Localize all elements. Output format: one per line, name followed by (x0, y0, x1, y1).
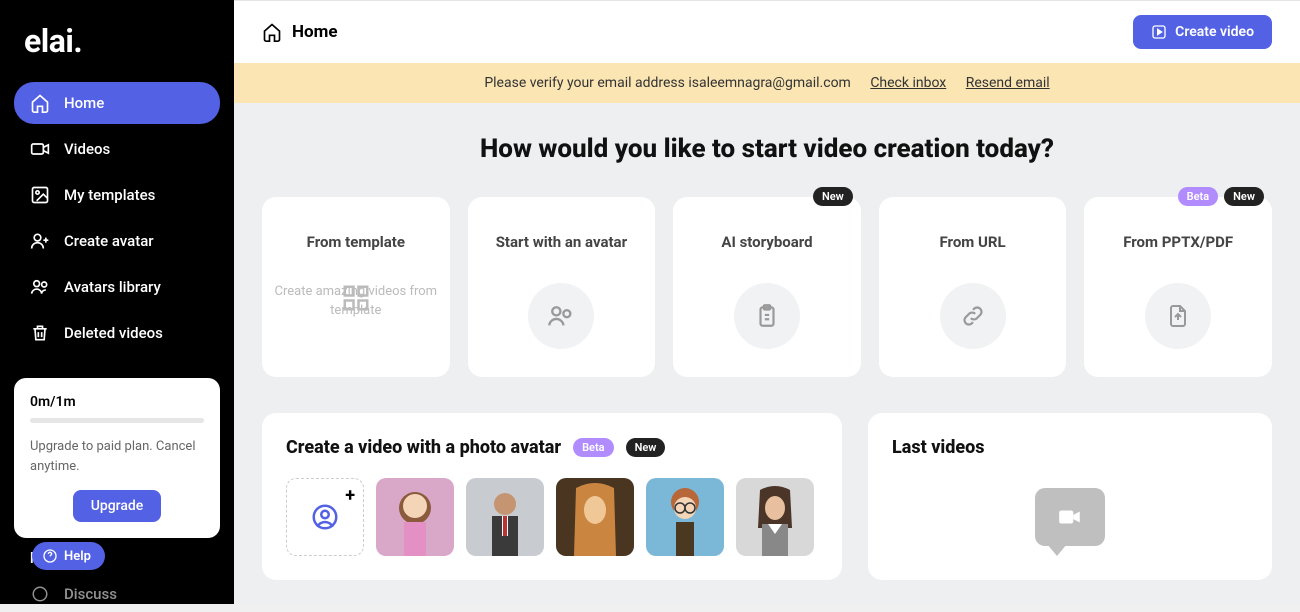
card-ai-storyboard[interactable]: New AI storyboard (673, 197, 861, 377)
avatar-thumb-2[interactable] (466, 478, 544, 556)
card-from-url[interactable]: From URL (879, 197, 1067, 377)
card-icon-circle (1145, 283, 1211, 349)
sidebar: elai. Home Videos My templates Create av… (0, 0, 234, 604)
nav-label: Videos (64, 140, 110, 158)
nav-avatars-library[interactable]: Avatars library (14, 266, 220, 308)
new-badge: New (626, 438, 666, 457)
trash-icon (30, 323, 50, 343)
nav-home[interactable]: Home (14, 82, 220, 124)
panel-title: Last videos (892, 437, 1248, 458)
help-label: Help (64, 549, 91, 564)
link-icon (960, 303, 986, 329)
card-icon-circle (734, 283, 800, 349)
avatar-thumb-4[interactable] (646, 478, 724, 556)
video-icon (30, 139, 50, 159)
nav-label: Home (64, 94, 104, 112)
beta-badge: Beta (1178, 187, 1219, 206)
breadcrumb: Home (262, 22, 338, 42)
help-button[interactable]: Help (32, 542, 105, 570)
check-inbox-link[interactable]: Check inbox (870, 75, 946, 91)
usage-text: Upgrade to paid plan. Cancel anytime. (30, 437, 204, 476)
beta-badge: Beta (573, 438, 614, 457)
nav-discuss[interactable]: Discuss (30, 576, 220, 612)
people-icon (547, 302, 575, 330)
card-title: AI storyboard (721, 221, 812, 263)
file-upload-icon (1166, 303, 1190, 329)
grid-icon (341, 283, 371, 313)
primary-nav: Home Videos My templates Create avatar A… (14, 82, 220, 354)
usage-card: 0m/1m Upgrade to paid plan. Cancel anyti… (14, 378, 220, 538)
lower-panels: Create a video with a photo avatar Beta … (262, 413, 1272, 580)
card-title: From template (307, 221, 405, 263)
resend-email-link[interactable]: Resend email (966, 75, 1050, 91)
nav-templates[interactable]: My templates (14, 174, 220, 216)
avatar-thumb-3[interactable] (556, 478, 634, 556)
home-icon (262, 22, 282, 42)
usage-bar (30, 418, 204, 423)
main: Home Create video Please verify your ema… (234, 0, 1300, 604)
video-chat-icon (1035, 488, 1105, 546)
card-icon-circle (528, 283, 594, 349)
avatar-thumb-5[interactable] (736, 478, 814, 556)
card-icon-circle (940, 283, 1006, 349)
card-title: From PPTX/PDF (1123, 221, 1233, 263)
people-icon (30, 277, 50, 297)
person-plus-icon (30, 231, 50, 251)
new-badge: New (1224, 187, 1264, 206)
avatar-list: + (286, 478, 818, 556)
last-videos-panel: Last videos (868, 413, 1272, 580)
brand-logo: elai. (24, 22, 210, 60)
play-add-icon (1151, 24, 1167, 40)
home-icon (30, 93, 50, 113)
nav-videos[interactable]: Videos (14, 128, 220, 170)
card-title: Start with an avatar (496, 221, 627, 263)
card-title: From URL (940, 221, 1006, 263)
camera-icon (1057, 506, 1083, 528)
avatar-add-button[interactable]: + (286, 478, 364, 556)
upgrade-button[interactable]: Upgrade (73, 490, 162, 522)
topbar: Home Create video (234, 1, 1300, 63)
start-cards: From template Create amazing videos from… (262, 197, 1272, 377)
chat-icon (30, 584, 50, 604)
page-title: Home (292, 22, 338, 42)
verify-email-banner: Please verify your email address isaleem… (234, 63, 1300, 103)
panel-title: Create a video with a photo avatar (286, 437, 561, 458)
nav-label: Avatars library (64, 278, 161, 296)
card-from-pptx-pdf[interactable]: Beta New From PPTX/PDF (1084, 197, 1272, 377)
photo-avatar-panel: Create a video with a photo avatar Beta … (262, 413, 842, 580)
content: How would you like to start video creati… (234, 103, 1300, 604)
usage-meter: 0m/1m (30, 394, 204, 410)
plus-icon: + (345, 485, 355, 506)
clipboard-icon (754, 303, 780, 329)
panel-header: Create a video with a photo avatar Beta … (286, 437, 818, 458)
banner-text: Please verify your email address isaleem… (484, 75, 851, 91)
card-start-avatar[interactable]: Start with an avatar (468, 197, 656, 377)
new-badge: New (813, 187, 853, 206)
nav-label: Discuss (64, 585, 117, 603)
person-circle-icon (310, 502, 340, 532)
avatar-thumb-1[interactable] (376, 478, 454, 556)
nav-create-avatar[interactable]: Create avatar (14, 220, 220, 262)
nav-label: Create avatar (64, 232, 154, 250)
headline: How would you like to start video creati… (262, 133, 1272, 167)
nav-label: Deleted videos (64, 324, 163, 342)
nav-deleted-videos[interactable]: Deleted videos (14, 312, 220, 354)
nav-label: My templates (64, 186, 155, 204)
help-icon (42, 548, 58, 564)
create-video-button[interactable]: Create video (1133, 15, 1272, 49)
card-from-template[interactable]: From template Create amazing videos from… (262, 197, 450, 377)
create-video-label: Create video (1175, 24, 1254, 40)
image-icon (30, 185, 50, 205)
